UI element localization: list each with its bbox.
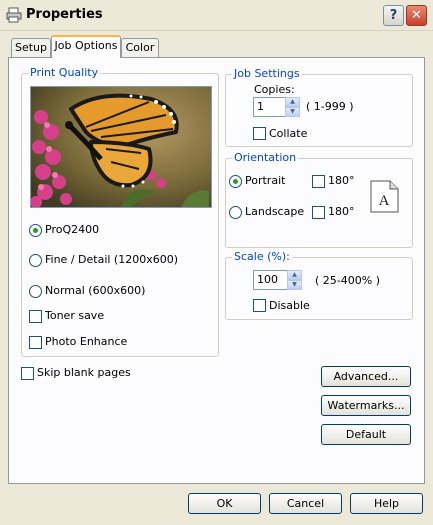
portrait-180-checkbox[interactable] (312, 175, 325, 188)
job-settings-label: Job Settings (232, 67, 302, 80)
toner-save-label[interactable]: Toner save (45, 309, 104, 322)
collate-checkbox[interactable] (253, 127, 266, 140)
scale-disable-label[interactable]: Disable (269, 299, 310, 312)
photo-enhance-label[interactable]: Photo Enhance (45, 335, 127, 348)
portrait-radio[interactable] (229, 175, 242, 188)
skip-blank-pages-label[interactable]: Skip blank pages (37, 366, 131, 379)
landscape-180-label[interactable]: 180° (328, 205, 355, 218)
printer-icon (6, 7, 22, 23)
quality-preview-image (30, 86, 212, 208)
copies-input[interactable]: 1 (253, 97, 286, 117)
portrait-180-label[interactable]: 180° (328, 174, 355, 187)
copies-range: ( 1-999 ) (306, 100, 354, 113)
landscape-radio[interactable] (229, 206, 242, 219)
close-button[interactable]: ✕ (406, 5, 427, 26)
orientation-label: Orientation (232, 151, 299, 164)
butterfly-image (31, 87, 211, 207)
photo-enhance-checkbox[interactable] (29, 336, 42, 349)
scale-label: Scale (%): (232, 250, 292, 263)
copies-spinner[interactable]: ▲ ▼ (285, 97, 300, 117)
scale-range: ( 25-400% ) (315, 274, 380, 287)
collate-label[interactable]: Collate (269, 127, 307, 140)
scale-input[interactable]: 100 (253, 270, 288, 290)
print-quality-label: Print Quality (28, 66, 101, 79)
normal-radio[interactable] (29, 285, 42, 298)
tab-color[interactable]: Color (121, 38, 159, 57)
default-button[interactable]: Default (321, 424, 411, 445)
portrait-label[interactable]: Portrait (245, 174, 285, 187)
copies-label: Copies: (254, 83, 295, 96)
normal-label[interactable]: Normal (600x600) (45, 284, 145, 297)
watermarks-button[interactable]: Watermarks... (321, 395, 411, 416)
properties-window: Properties ? ✕ Setup Job Options Color P… (0, 0, 433, 525)
help-title-button[interactable]: ? (383, 5, 404, 26)
window-title: Properties (26, 7, 103, 22)
help-button[interactable]: Help (350, 493, 423, 514)
spin-up-icon[interactable]: ▲ (285, 97, 300, 107)
spin-down-icon[interactable]: ▼ (287, 280, 302, 290)
scale-spinner[interactable]: ▲ ▼ (287, 270, 302, 290)
toner-save-checkbox[interactable] (29, 310, 42, 323)
landscape-label[interactable]: Landscape (245, 205, 304, 218)
fine-detail-radio[interactable] (29, 254, 42, 267)
tab-setup[interactable]: Setup (11, 38, 51, 57)
skip-blank-pages-checkbox[interactable] (21, 367, 34, 380)
tab-job-options[interactable]: Job Options (51, 35, 121, 58)
fine-detail-label[interactable]: Fine / Detail (1200x600) (45, 253, 178, 266)
spin-up-icon[interactable]: ▲ (287, 270, 302, 280)
landscape-180-checkbox[interactable] (312, 206, 325, 219)
advanced-button[interactable]: Advanced... (321, 366, 411, 387)
scale-disable-checkbox[interactable] (253, 299, 266, 312)
doc-icon-letter: A (379, 193, 390, 209)
ok-button[interactable]: OK (188, 493, 261, 514)
spin-down-icon[interactable]: ▼ (285, 107, 300, 117)
title-bar[interactable]: Properties ? ✕ (0, 0, 433, 31)
proq2400-label[interactable]: ProQ2400 (45, 223, 99, 236)
cancel-button[interactable]: Cancel (269, 493, 342, 514)
portrait-document-icon: A (370, 180, 399, 213)
proq2400-radio[interactable] (29, 224, 42, 237)
